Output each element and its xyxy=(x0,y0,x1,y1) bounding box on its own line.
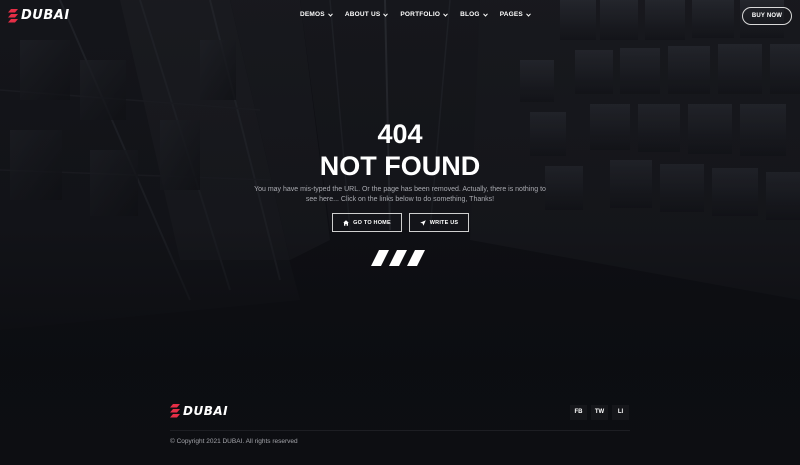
nav-item-label: BLOG xyxy=(460,11,480,18)
chevron-down-icon xyxy=(443,12,448,17)
paper-plane-icon xyxy=(419,219,426,226)
error-description: You may have mis-typed the URL. Or the p… xyxy=(254,186,546,203)
error-code: 404 xyxy=(377,119,423,149)
nav-item-label: DEMOS xyxy=(300,11,325,18)
chevron-down-icon xyxy=(383,12,389,17)
footer-brand-logo[interactable]: DUBAI xyxy=(170,404,228,418)
chevron-down-icon xyxy=(327,12,333,17)
footer-brand-name: DUBAI xyxy=(183,404,229,418)
decorative-stripes-icon xyxy=(371,250,425,266)
background-overlay xyxy=(0,0,800,465)
nav-item-label: ABOUT US xyxy=(344,11,381,18)
go-to-home-label: GO TO HOME xyxy=(353,219,391,226)
brand-logo[interactable]: DUBAI xyxy=(8,8,70,23)
chevron-down-icon xyxy=(526,12,531,17)
write-us-label: WRITE US xyxy=(429,219,459,226)
main-nav: DEMOS ABOUT US PORTFOLIO BLOG PAGES xyxy=(300,11,531,18)
buy-now-button[interactable]: BUY NOW xyxy=(742,7,792,25)
logo-stripes-icon xyxy=(8,8,18,22)
nav-item-blog[interactable]: BLOG xyxy=(460,11,488,18)
go-to-home-button[interactable]: GO TO HOME xyxy=(332,213,402,232)
nav-item-about-us[interactable]: ABOUT US xyxy=(345,11,389,18)
nav-item-demos[interactable]: DEMOS xyxy=(300,11,333,18)
nav-item-portfolio[interactable]: PORTFOLIO xyxy=(400,11,448,18)
nav-item-label: PORTFOLIO xyxy=(400,11,441,18)
twitter-link[interactable]: TW xyxy=(591,405,608,420)
footer-divider xyxy=(170,430,630,431)
error-page: DUBAI DEMOS ABOUT US PORTFOLIO BLOG PAGE… xyxy=(0,0,800,465)
page-title: NOT FOUND xyxy=(319,151,481,181)
facebook-link[interactable]: FB xyxy=(570,405,587,420)
brand-name: DUBAI xyxy=(21,8,70,23)
write-us-button[interactable]: WRITE US xyxy=(409,213,469,232)
logo-stripes-icon xyxy=(170,404,180,418)
chevron-down-icon xyxy=(482,12,488,17)
home-icon xyxy=(343,219,349,226)
linkedin-link[interactable]: LI xyxy=(612,405,629,420)
nav-item-label: PAGES xyxy=(499,11,523,18)
error-actions: GO TO HOME WRITE US xyxy=(332,213,469,232)
site-header: DUBAI DEMOS ABOUT US PORTFOLIO BLOG PAGE… xyxy=(0,0,800,32)
social-links: FB TW LI xyxy=(570,405,629,420)
copyright-text: © Copyright 2021 DUBAI. All rights reser… xyxy=(170,438,298,445)
nav-item-pages[interactable]: PAGES xyxy=(500,11,531,18)
